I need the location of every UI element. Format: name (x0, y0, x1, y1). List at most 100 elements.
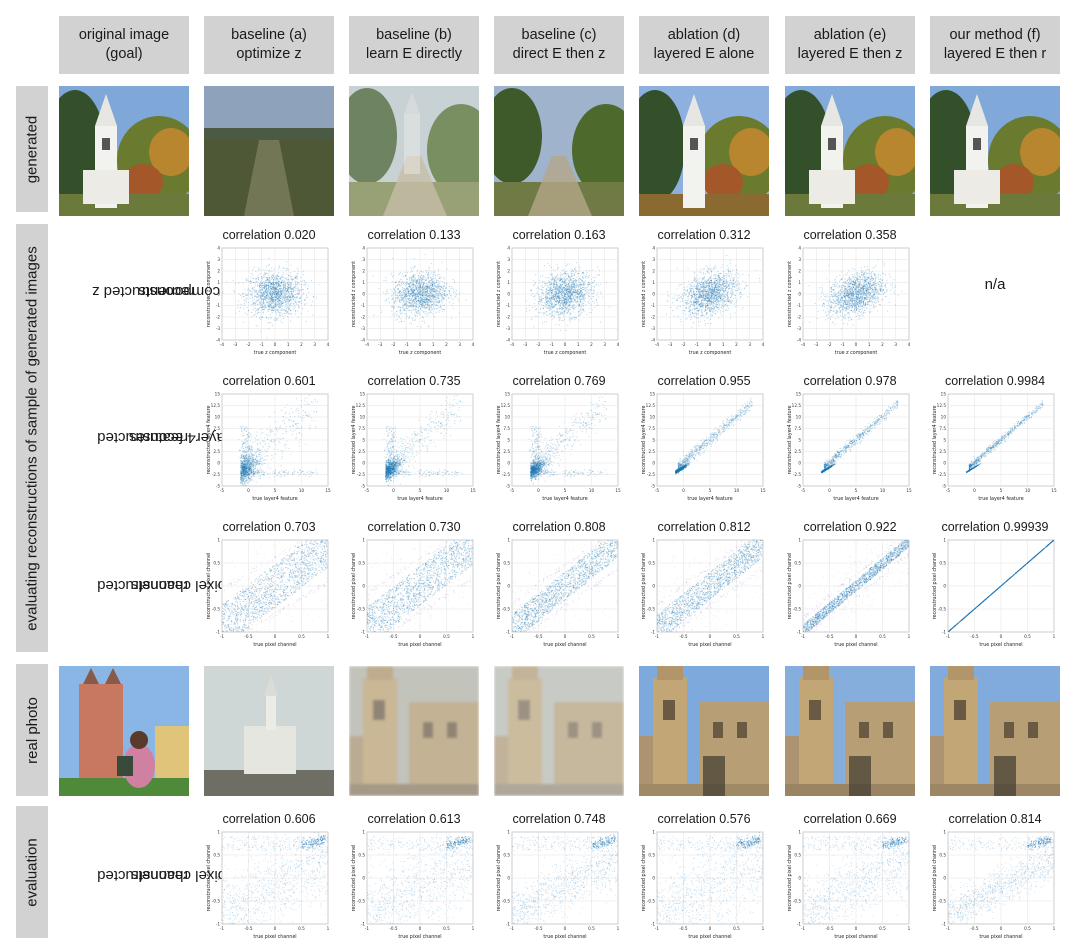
x-tick-label: -0.5 (534, 634, 543, 639)
y-tick-label: -1 (651, 921, 656, 926)
x-axis-label: true pixel channel (398, 934, 441, 940)
y-tick-label: 1 (217, 280, 220, 285)
x-tick-label: 10 (734, 488, 740, 493)
x-tick-label: 2 (300, 342, 303, 347)
x-axis-label: true pixel channel (543, 642, 586, 648)
y-tick-label: -1 (797, 303, 802, 308)
x-tick-label: 0 (537, 488, 540, 493)
scatter-plot: -5 0 5 10 15 -5 -2.5 0 2.5 5 7.5 10 12.5 15 true layer… (496, 391, 621, 502)
plot-cell-1-b: correlation 0.735 -5 0 5 10 15 -5 -2.5 0 2.5 5 7.5 1… (349, 374, 479, 504)
x-tick-label: -0.5 (534, 926, 543, 931)
header-baseline-c: baseline (c) direct E then z (494, 16, 624, 74)
x-tick-label: -1 (405, 342, 410, 347)
y-tick-label: 1 (507, 280, 510, 285)
x-axis-label: true pixel channel (979, 934, 1022, 940)
y-tick-label: -2.5 (938, 472, 947, 477)
scatter-plot: -1 -0.5 0 0.5 1 -1 -0.5 0 0.5 1 true pixel channel… (787, 829, 911, 940)
correlation-label: correlation 0.669 (785, 812, 915, 826)
y-tick-label: 0 (217, 460, 220, 465)
x-tick-label: 0 (709, 926, 712, 931)
y-axis-label: reconstructed pixel channel (351, 553, 357, 620)
y-tick-label: -0.5 (938, 898, 947, 903)
x-tick-label: 0 (855, 634, 858, 639)
y-tick-label: -1 (361, 629, 366, 634)
row-label-evaluating: evaluating reconstructions of sample of … (16, 224, 48, 652)
y-tick-label: 2.5 (648, 449, 655, 454)
real-image-5 (785, 666, 915, 796)
x-tick-label: 0.5 (879, 926, 886, 931)
x-tick-label: 0 (564, 926, 567, 931)
y-tick-label: 2.5 (503, 449, 510, 454)
y-tick-label: -2 (216, 314, 221, 319)
x-tick-label: 1 (327, 926, 330, 931)
y-tick-label: 5 (943, 437, 946, 442)
y-tick-label: 0 (362, 875, 365, 880)
x-tick-label: 0 (419, 342, 422, 347)
sub-label-pixel: reconstructed pixel channels (98, 520, 227, 650)
x-tick-label: -5 (365, 488, 370, 493)
x-axis-label: true z component (399, 350, 442, 356)
y-tick-label: 0 (362, 460, 365, 465)
x-axis-label: true layer4 feature (833, 496, 878, 502)
y-tick-label: 0.5 (358, 560, 365, 565)
sub-label-eval-pixel: reconstructed pixel channels (98, 810, 227, 940)
y-axis-label: reconstructed layer4 feature (206, 406, 212, 475)
real-image-6 (930, 666, 1060, 796)
plot-cell-2-b: correlation 0.730 -1 -0.5 0 0.5 1 -1 -0.5 0 0.5 1 t… (349, 520, 479, 650)
y-tick-label: 0.5 (794, 560, 801, 565)
y-tick-label: -1 (651, 629, 656, 634)
x-tick-label: 1 (577, 342, 580, 347)
y-tick-label: 2 (798, 268, 801, 273)
y-tick-label: -4 (361, 337, 366, 342)
scatter-plot: -1 -0.5 0 0.5 1 -1 -0.5 0 0.5 1 true pixel channel… (206, 537, 330, 648)
correlation-label: correlation 0.601 (204, 374, 334, 388)
x-tick-label: 0 (247, 488, 250, 493)
y-tick-label: -2.5 (212, 472, 221, 477)
x-tick-label: 0.5 (879, 634, 886, 639)
y-tick-label: -3 (506, 326, 511, 331)
y-tick-label: 2 (652, 268, 655, 273)
y-tick-label: 4 (362, 245, 365, 250)
y-tick-label: 3 (652, 257, 655, 262)
y-tick-label: 7.5 (358, 426, 365, 431)
y-axis-label: reconstructed pixel channel (932, 845, 938, 912)
y-tick-label: 1 (943, 829, 946, 834)
x-tick-label: 4 (908, 342, 911, 347)
x-tick-label: 5 (419, 488, 422, 493)
correlation-label: correlation 0.922 (785, 520, 915, 534)
correlation-label: correlation 0.163 (494, 228, 624, 242)
x-tick-label: 0 (682, 488, 685, 493)
y-tick-label: -1 (797, 629, 802, 634)
y-tick-label: 7.5 (794, 426, 801, 431)
x-tick-label: 3 (603, 342, 606, 347)
y-tick-label: -3 (361, 326, 366, 331)
x-tick-label: 1 (617, 634, 620, 639)
x-tick-label: 0.5 (1024, 634, 1031, 639)
correlation-label: correlation 0.812 (639, 520, 769, 534)
y-tick-label: 12.5 (937, 403, 947, 408)
y-tick-label: 0.5 (213, 560, 220, 565)
y-tick-label: 7.5 (648, 426, 655, 431)
y-tick-label: 1 (652, 280, 655, 285)
x-tick-label: -4 (220, 342, 225, 347)
x-axis-label: true pixel channel (834, 934, 877, 940)
x-tick-label: -5 (946, 488, 951, 493)
y-tick-label: 0 (217, 291, 220, 296)
header-original: original image (goal) (59, 16, 189, 74)
x-tick-label: 0 (709, 634, 712, 639)
y-tick-label: -3 (651, 326, 656, 331)
y-tick-label: 4 (217, 245, 220, 250)
correlation-label: correlation 0.814 (930, 812, 1060, 826)
x-tick-label: -0.5 (244, 634, 253, 639)
y-tick-label: 3 (507, 257, 510, 262)
plot-cell-0-d: correlation 0.312 -4 -3 -2 -1 0 1 2 3 4 -4 -3 -2 -1 0 1… (639, 228, 769, 358)
y-axis-label: reconstructed z component (496, 261, 502, 327)
plot-cell-1-f: correlation 0.9984 -5 0 5 10 15 -5 -2.5 0 2.5 5 7.5… (930, 374, 1060, 504)
x-tick-label: -1 (510, 926, 515, 931)
x-tick-label: 4 (472, 342, 475, 347)
y-tick-label: -5 (506, 483, 511, 488)
y-tick-label: 0 (362, 291, 365, 296)
plot-cell-1-e: correlation 0.978 -5 0 5 10 15 -5 -2.5 0 2.5 5 7.5 1… (785, 374, 915, 504)
real-image-4 (639, 666, 769, 796)
y-tick-label: -1 (216, 303, 221, 308)
